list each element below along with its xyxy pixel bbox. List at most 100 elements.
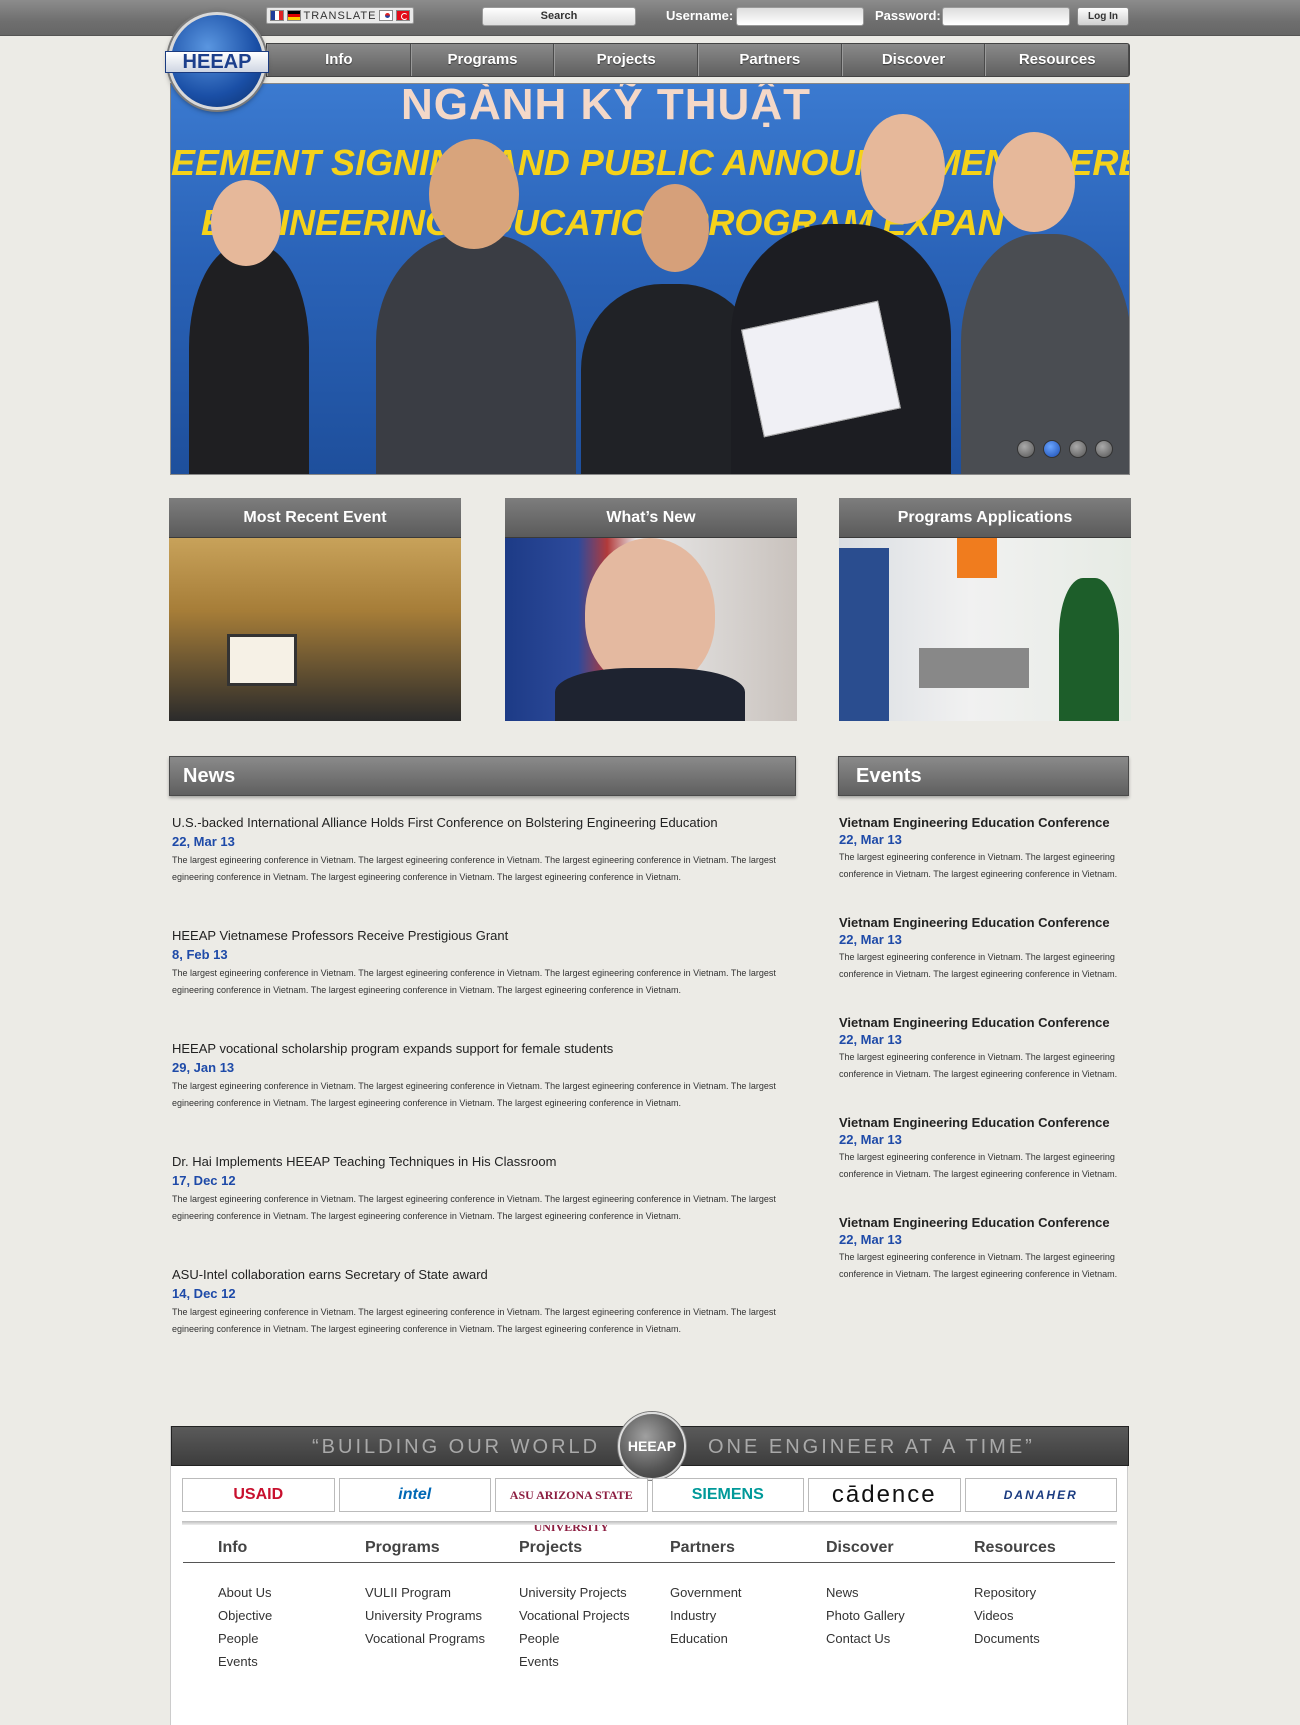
nav-resources[interactable]: Resources [985, 44, 1130, 76]
turkey-flag-icon[interactable] [396, 10, 410, 21]
partner-danaher-logo[interactable]: DANAHER [964, 1478, 1117, 1512]
events-heading: Events [838, 756, 1129, 796]
footer-link[interactable]: News [826, 1581, 905, 1604]
translate-label[interactable]: TRANSLATE [304, 10, 377, 22]
footer-heading-projects[interactable]: Projects [519, 1533, 582, 1563]
news-title[interactable]: U.S.-backed International Alliance Holds… [172, 815, 792, 830]
username-input[interactable] [736, 7, 864, 26]
hero-person-head [641, 184, 709, 272]
footer-link[interactable]: People [519, 1627, 630, 1650]
footer-link[interactable]: Events [218, 1650, 272, 1673]
footer-link[interactable]: About Us [218, 1581, 272, 1604]
footer-column-programs: VULII Program University Programs Vocati… [365, 1581, 485, 1650]
slider-dot-4[interactable] [1095, 440, 1113, 458]
nav-projects[interactable]: Projects [554, 44, 699, 76]
hero-person [376, 234, 576, 474]
slider-dot-1[interactable] [1017, 440, 1035, 458]
footer-link[interactable]: Education [670, 1627, 742, 1650]
hero-person-head [861, 114, 945, 224]
news-date: 14, Dec 12 [172, 1286, 236, 1301]
slider-dot-3[interactable] [1069, 440, 1087, 458]
hero-slider[interactable]: NGÀNH KỸ THUẬT EEMENT SIGNING AND PUBLIC… [170, 83, 1130, 475]
france-flag-icon[interactable] [270, 10, 284, 21]
footer-link[interactable]: Repository [974, 1581, 1040, 1604]
event-item[interactable]: Vietnam Engineering Education Conference… [839, 1115, 1119, 1215]
footer-link-columns: About Us Objective People Events VULII P… [183, 1563, 1115, 1683]
event-item[interactable]: Vietnam Engineering Education Conference… [839, 915, 1119, 1015]
translate-widget[interactable]: TRANSLATE [266, 7, 414, 24]
nav-discover[interactable]: Discover [841, 44, 986, 76]
news-date: 8, Feb 13 [172, 947, 228, 962]
partner-siemens-logo[interactable]: SIEMENS [651, 1478, 804, 1512]
event-body: The largest egineering conference in Vie… [839, 852, 1118, 879]
footer-heading-programs[interactable]: Programs [365, 1533, 440, 1563]
event-item[interactable]: Vietnam Engineering Education Conference… [839, 815, 1119, 915]
event-item[interactable]: Vietnam Engineering Education Conference… [839, 1215, 1119, 1315]
feature-programs-applications[interactable]: Programs Applications [839, 498, 1131, 721]
footer-link[interactable]: Vocational Programs [365, 1627, 485, 1650]
footer-heeap-logo[interactable]: HEEAP [618, 1412, 686, 1480]
news-item[interactable]: Dr. Hai Implements HEEAP Teaching Techni… [172, 1154, 792, 1267]
korea-flag-icon[interactable] [379, 10, 394, 21]
nav-info[interactable]: Info [267, 44, 411, 76]
event-date: 22, Mar 13 [839, 1032, 902, 1047]
news-title[interactable]: ASU-Intel collaboration earns Secretary … [172, 1267, 792, 1282]
slider-dots [1017, 440, 1113, 458]
partner-asu-logo[interactable]: ASU ARIZONA STATE UNIVERSITY [495, 1478, 648, 1534]
event-title[interactable]: Vietnam Engineering Education Conference [839, 915, 1119, 930]
germany-flag-icon[interactable] [286, 10, 301, 21]
feature-most-recent-event[interactable]: Most Recent Event [169, 498, 461, 721]
footer-heading-partners[interactable]: Partners [670, 1533, 735, 1563]
nav-programs[interactable]: Programs [410, 44, 555, 76]
footer-link[interactable]: Objective [218, 1604, 272, 1627]
nav-partners[interactable]: Partners [698, 44, 842, 76]
news-item[interactable]: ASU-Intel collaboration earns Secretary … [172, 1267, 792, 1380]
footer-link[interactable]: Vocational Projects [519, 1604, 630, 1627]
partner-intel-logo[interactable]: intel [338, 1478, 491, 1512]
partner-cadence-logo[interactable]: cādence [808, 1478, 961, 1512]
footer-link[interactable]: Industry [670, 1604, 742, 1627]
feature-title[interactable]: What’s New [505, 498, 797, 538]
event-title[interactable]: Vietnam Engineering Education Conference [839, 1015, 1119, 1030]
footer-link[interactable]: University Programs [365, 1604, 485, 1627]
event-date: 22, Mar 13 [839, 1132, 902, 1147]
footer-divider [182, 1521, 1117, 1525]
footer-heading-info[interactable]: Info [218, 1533, 247, 1563]
password-input[interactable] [942, 7, 1070, 26]
login-button[interactable]: Log In [1077, 7, 1129, 26]
news-item[interactable]: HEEAP vocational scholarship program exp… [172, 1041, 792, 1154]
feature-whats-new[interactable]: What’s New [505, 498, 797, 721]
news-title[interactable]: Dr. Hai Implements HEEAP Teaching Techni… [172, 1154, 792, 1169]
footer-link[interactable]: Events [519, 1650, 630, 1673]
footer-link[interactable]: Documents [974, 1627, 1040, 1650]
event-title[interactable]: Vietnam Engineering Education Conference [839, 1115, 1119, 1130]
news-title[interactable]: HEEAP vocational scholarship program exp… [172, 1041, 792, 1056]
slider-dot-2[interactable] [1043, 440, 1061, 458]
footer-heading-discover[interactable]: Discover [826, 1533, 894, 1563]
footer-link[interactable]: People [218, 1627, 272, 1650]
footer-heading-resources[interactable]: Resources [974, 1533, 1056, 1563]
news-title[interactable]: HEEAP Vietnamese Professors Receive Pres… [172, 928, 792, 943]
event-title[interactable]: Vietnam Engineering Education Conference [839, 815, 1119, 830]
footer-column-discover: News Photo Gallery Contact Us [826, 1581, 905, 1650]
programs-photo[interactable] [839, 538, 1131, 721]
news-photo[interactable] [505, 538, 797, 721]
footer-link[interactable]: University Projects [519, 1581, 630, 1604]
event-title[interactable]: Vietnam Engineering Education Conference [839, 1215, 1119, 1230]
search-button[interactable]: Search [482, 7, 636, 26]
news-item[interactable]: U.S.-backed International Alliance Holds… [172, 815, 792, 928]
footer-link[interactable]: Contact Us [826, 1627, 905, 1650]
partner-usaid-logo[interactable]: USAID [182, 1478, 335, 1512]
feature-title[interactable]: Most Recent Event [169, 498, 461, 538]
news-item[interactable]: HEEAP Vietnamese Professors Receive Pres… [172, 928, 792, 1041]
slogan-right: ONE ENGINEER AT A TIME” [708, 1436, 1035, 1458]
heeap-logo[interactable]: HEEAP [165, 12, 269, 110]
footer-link[interactable]: VULII Program [365, 1581, 485, 1604]
footer-link[interactable]: Photo Gallery [826, 1604, 905, 1627]
footer-link[interactable]: Government [670, 1581, 742, 1604]
event-item[interactable]: Vietnam Engineering Education Conference… [839, 1015, 1119, 1115]
event-photo[interactable] [169, 538, 461, 721]
feature-title[interactable]: Programs Applications [839, 498, 1131, 538]
student [839, 548, 889, 721]
footer-link[interactable]: Videos [974, 1604, 1040, 1627]
